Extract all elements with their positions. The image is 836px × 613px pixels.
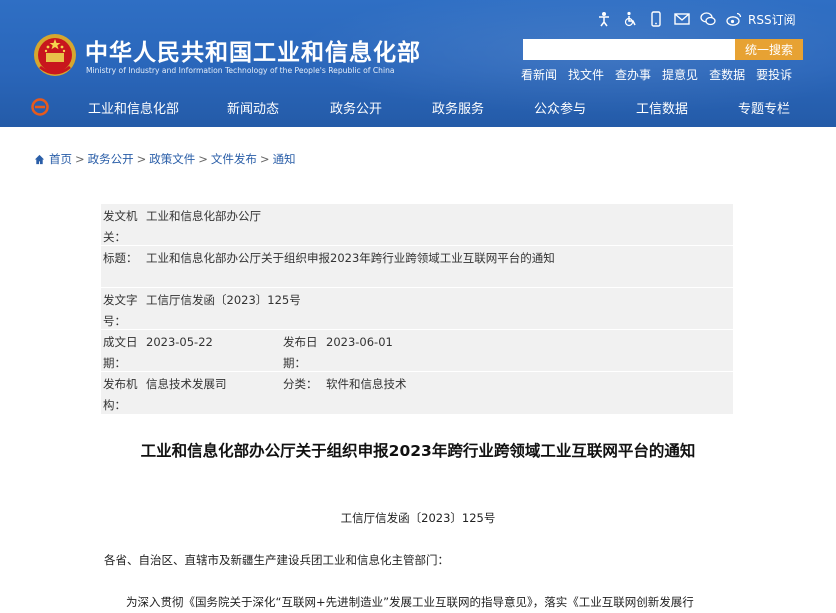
created-label: 成文日期：	[103, 335, 138, 370]
issuer-value: 工业和信息化部办公厅	[146, 209, 261, 223]
breadcrumb-separator: >	[75, 152, 85, 166]
ministry-logo-icon	[31, 98, 49, 116]
unified-search-button[interactable]: 统一搜索	[735, 39, 803, 60]
rss-subscribe-link[interactable]: RSS订阅	[748, 11, 796, 28]
site-title: 中华人民共和国工业和信息化部	[85, 40, 421, 66]
breadcrumb-separator: >	[259, 152, 270, 166]
issuer-label: 发文机关：	[103, 209, 138, 244]
mail-icon[interactable]	[674, 11, 690, 27]
meta-row-issuer: 发文机关： 工业和信息化部办公厅	[101, 204, 733, 246]
breadcrumb-separator: >	[136, 152, 147, 166]
accessibility-icon[interactable]	[596, 11, 612, 27]
docno-value: 工信厅信发函〔2023〕125号	[146, 293, 301, 307]
wheelchair-icon[interactable]	[622, 11, 638, 27]
mobile-icon[interactable]	[648, 11, 664, 27]
nav-item-participation[interactable]: 公众参与	[534, 98, 586, 117]
title-value: 工业和信息化部办公厅关于组织申报2023年跨行业跨领域工业互联网平台的通知	[146, 251, 555, 265]
nav-item-news[interactable]: 新闻动态	[227, 98, 279, 117]
article-doc-number: 工信厅信发函〔2023〕125号	[340, 511, 496, 525]
nav-item-ministry[interactable]: 工业和信息化部	[88, 98, 179, 117]
docno-label: 发文字号：	[103, 293, 138, 328]
breadcrumb-notice[interactable]: 通知	[273, 151, 296, 167]
quick-link-complaint[interactable]: 要投诉	[756, 66, 792, 83]
weibo-icon[interactable]	[726, 11, 742, 27]
site-subtitle: Ministry of Industry and Information Tec…	[86, 66, 395, 75]
breadcrumb-home[interactable]: 首页	[49, 151, 72, 167]
top-utility-bar: RSS订阅	[596, 9, 796, 29]
nav-item-services[interactable]: 政务服务	[432, 98, 484, 117]
breadcrumb-separator: >	[198, 152, 208, 166]
wechat-icon[interactable]	[700, 11, 716, 27]
nav-item-data[interactable]: 工信数据	[636, 98, 688, 117]
title-label: 标题：	[103, 251, 138, 265]
publisher-label: 发布机构：	[103, 377, 138, 412]
created-value: 2023-05-22	[146, 335, 213, 349]
meta-row-dates: 成文日期： 2023-05-22 发布日期： 2023-06-01	[101, 330, 733, 372]
quick-links: 看新闻 找文件 查办事 提意见 查数据 要投诉	[521, 66, 803, 83]
search-input[interactable]	[523, 39, 735, 60]
publisher-value: 信息技术发展司	[146, 377, 227, 391]
main-nav: 工业和信息化部 新闻动态 政务公开 政务服务 公众参与 工信数据 专题专栏	[0, 88, 836, 126]
breadcrumb-release[interactable]: 文件发布	[211, 151, 257, 167]
document-meta-table: 发文机关： 工业和信息化部办公厅 标题： 工业和信息化部办公厅关于组织申报202…	[101, 204, 733, 414]
quick-link-feedback[interactable]: 提意见	[662, 66, 698, 83]
quick-link-files[interactable]: 找文件	[568, 66, 604, 83]
breadcrumb-policy[interactable]: 政策文件	[149, 151, 195, 167]
national-emblem-icon	[34, 34, 76, 76]
breadcrumb-disclosure[interactable]: 政务公开	[88, 151, 134, 167]
category-value: 软件和信息技术	[326, 377, 407, 391]
meta-row-publisher: 发布机构： 信息技术发展司 分类： 软件和信息技术	[101, 372, 733, 414]
article-salutation: 各省、自治区、直辖市及新疆生产建设兵团工业和信息化主管部门：	[104, 553, 449, 567]
nav-item-disclosure[interactable]: 政务公开	[330, 98, 382, 117]
quick-link-data[interactable]: 查数据	[709, 66, 745, 83]
article-title: 工业和信息化部办公厅关于组织申报2023年跨行业跨领域工业互联网平台的通知	[140, 442, 696, 460]
breadcrumb: 首页 > 政务公开 > 政策文件 > 文件发布 > 通知	[34, 151, 296, 167]
quick-link-news[interactable]: 看新闻	[521, 66, 557, 83]
site-header: 中华人民共和国工业和信息化部 Ministry of Industry and …	[0, 0, 836, 127]
home-icon	[34, 154, 45, 164]
quick-link-services[interactable]: 查办事	[615, 66, 651, 83]
meta-row-title: 标题： 工业和信息化部办公厅关于组织申报2023年跨行业跨领域工业互联网平台的通…	[101, 246, 733, 288]
published-label: 发布日期：	[283, 335, 318, 370]
category-label: 分类：	[283, 377, 318, 391]
published-value: 2023-06-01	[326, 335, 393, 349]
nav-item-topics[interactable]: 专题专栏	[738, 98, 790, 117]
meta-row-docno: 发文字号： 工信厅信发函〔2023〕125号	[101, 288, 733, 330]
article-paragraph: 为深入贯彻《国务院关于深化“互联网+先进制造业”发展工业互联网的指导意见》，落实…	[126, 595, 694, 609]
